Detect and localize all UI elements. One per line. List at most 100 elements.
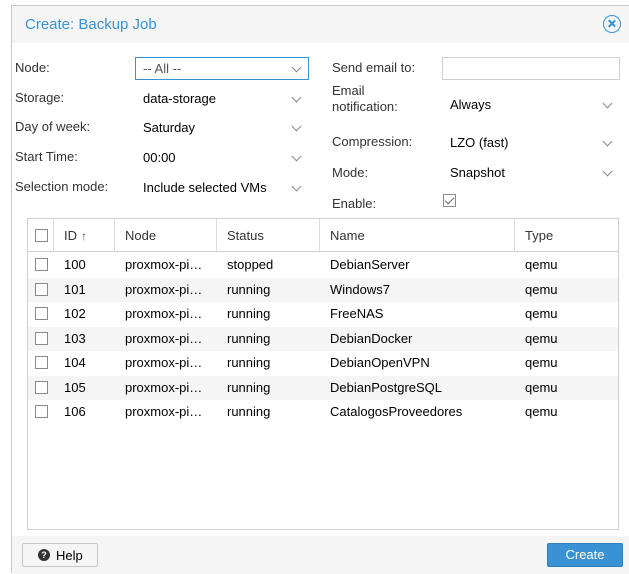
- compression-select[interactable]: LZO (fast): [442, 131, 620, 154]
- cell-node: proxmox-pi…: [125, 306, 203, 321]
- help-button-label: Help: [56, 548, 83, 563]
- cell-node: proxmox-pi…: [125, 404, 203, 419]
- selection-mode-label: Selection mode:: [15, 179, 109, 194]
- row-select-checkbox[interactable]: [35, 282, 48, 296]
- cell-name: CatalogosProveedores: [330, 404, 463, 419]
- cell-type: qemu: [525, 306, 558, 321]
- question-circle-icon: ?: [38, 549, 50, 561]
- day-of-week-label: Day of week:: [15, 119, 91, 134]
- chevron-down-icon[interactable]: [602, 98, 613, 109]
- cell-type: qemu: [525, 281, 558, 297]
- chevron-down-icon[interactable]: [291, 121, 302, 132]
- create-button[interactable]: Create: [547, 543, 623, 567]
- compression-label: Compression:: [332, 134, 413, 149]
- table-row[interactable]: 104 proxmox-pi… running DebianOpenVPN qemu: [28, 351, 618, 375]
- cell-type: qemu: [525, 379, 558, 395]
- cell-status: stopped: [227, 257, 274, 272]
- cell-id: 102: [64, 306, 86, 321]
- column-header-id[interactable]: ID ↑: [54, 219, 115, 252]
- chevron-down-icon[interactable]: [291, 62, 302, 73]
- checkmark-icon: [444, 194, 455, 205]
- help-button[interactable]: ? Help: [22, 543, 98, 567]
- selection-mode-select[interactable]: Include selected VMs: [135, 176, 309, 199]
- column-header-id-label: ID: [64, 228, 77, 243]
- arrow-up-icon: ↑: [81, 229, 87, 243]
- cell-status: running: [227, 306, 271, 321]
- chevron-down-icon[interactable]: [291, 151, 302, 162]
- column-header-node[interactable]: Node: [115, 219, 217, 252]
- day-of-week-select[interactable]: Saturday: [135, 116, 309, 139]
- cell-type: qemu: [525, 404, 558, 419]
- start-time-value: 00:00: [143, 150, 176, 165]
- cell-name: Windows7: [330, 281, 390, 297]
- send-email-input[interactable]: [442, 57, 620, 80]
- chevron-down-icon[interactable]: [602, 136, 613, 147]
- cell-name: DebianPostgreSQL: [330, 379, 443, 395]
- dialog-body: Node: -- All -- Storage: data-storage Da…: [12, 43, 629, 536]
- column-header-type[interactable]: Type: [515, 219, 618, 252]
- email-notification-label: Email notification:: [332, 83, 398, 114]
- column-header-name[interactable]: Name: [320, 219, 515, 252]
- row-select-checkbox[interactable]: [35, 307, 48, 320]
- storage-select-value: data-storage: [143, 91, 216, 106]
- cell-name: DebianOpenVPN: [330, 355, 430, 370]
- cell-node: proxmox-pi…: [125, 355, 203, 370]
- close-icon[interactable]: [603, 15, 621, 33]
- table-row[interactable]: 101 proxmox-pi… running Windows7 qemu: [28, 277, 618, 302]
- dialog-footer: ? Help Create: [12, 536, 629, 574]
- cell-id: 104: [64, 355, 86, 370]
- cell-id: 105: [64, 379, 86, 395]
- send-email-label: Send email to:: [332, 60, 416, 75]
- cell-status: running: [227, 379, 271, 395]
- chevron-down-icon[interactable]: [291, 92, 302, 103]
- cell-node: proxmox-pi…: [125, 281, 203, 297]
- cell-status: running: [227, 355, 271, 370]
- enable-checkbox[interactable]: [443, 194, 456, 207]
- start-time-label: Start Time:: [15, 149, 78, 164]
- select-all-cell: [28, 219, 54, 252]
- row-select-checkbox[interactable]: [35, 356, 48, 369]
- table-row[interactable]: 102 proxmox-pi… running FreeNAS qemu: [28, 302, 618, 326]
- row-select-checkbox[interactable]: [35, 331, 48, 345]
- enable-label: Enable:: [332, 196, 377, 211]
- cell-id: 100: [64, 257, 86, 272]
- day-of-week-value: Saturday: [143, 120, 196, 135]
- grid-header: ID ↑ Node Status Name Type: [28, 219, 618, 252]
- table-row[interactable]: 105 proxmox-pi… running DebianPostgreSQL qem…: [28, 375, 618, 400]
- cell-type: qemu: [525, 257, 558, 272]
- chevron-down-icon[interactable]: [602, 166, 613, 177]
- dialog-title: Create: Backup Job: [25, 16, 157, 33]
- node-select-value: -- All --: [143, 61, 182, 76]
- row-select-checkbox[interactable]: [35, 380, 48, 394]
- table-row[interactable]: 103 proxmox-pi… running DebianDocker qemu: [28, 326, 618, 351]
- cell-name: DebianDocker: [330, 330, 413, 346]
- cell-type: qemu: [525, 355, 558, 370]
- table-row[interactable]: 100 proxmox-pi… stopped DebianServer qemu: [28, 253, 618, 277]
- storage-label: Storage:: [15, 90, 65, 105]
- select-all-checkbox[interactable]: [35, 229, 48, 242]
- table-row[interactable]: 106 proxmox-pi… running CatalogosProveedore…: [28, 400, 618, 424]
- mode-select[interactable]: Snapshot: [442, 161, 620, 184]
- start-time-select[interactable]: 00:00: [135, 146, 309, 169]
- cell-status: running: [227, 404, 271, 419]
- cell-node: proxmox-pi…: [125, 379, 203, 395]
- cell-node: proxmox-pi…: [125, 257, 203, 272]
- selection-mode-value: Include selected VMs: [143, 180, 267, 195]
- cell-id: 103: [64, 330, 86, 346]
- dialog-titlebar: Create: Backup Job: [12, 6, 629, 43]
- email-notification-select[interactable]: Always: [442, 93, 620, 116]
- cell-status: running: [227, 330, 271, 346]
- cell-node: proxmox-pi…: [125, 330, 203, 346]
- row-select-checkbox[interactable]: [35, 405, 48, 418]
- node-select[interactable]: -- All --: [135, 57, 309, 80]
- email-notification-value: Always: [450, 97, 492, 112]
- column-header-status[interactable]: Status: [217, 219, 320, 252]
- chevron-down-icon[interactable]: [291, 181, 302, 192]
- cell-type: qemu: [525, 330, 558, 346]
- cell-id: 106: [64, 404, 86, 419]
- compression-value: LZO (fast): [450, 135, 509, 150]
- row-select-checkbox[interactable]: [35, 258, 48, 271]
- storage-select[interactable]: data-storage: [135, 87, 309, 110]
- mode-value: Snapshot: [450, 165, 505, 180]
- node-label: Node:: [15, 60, 50, 75]
